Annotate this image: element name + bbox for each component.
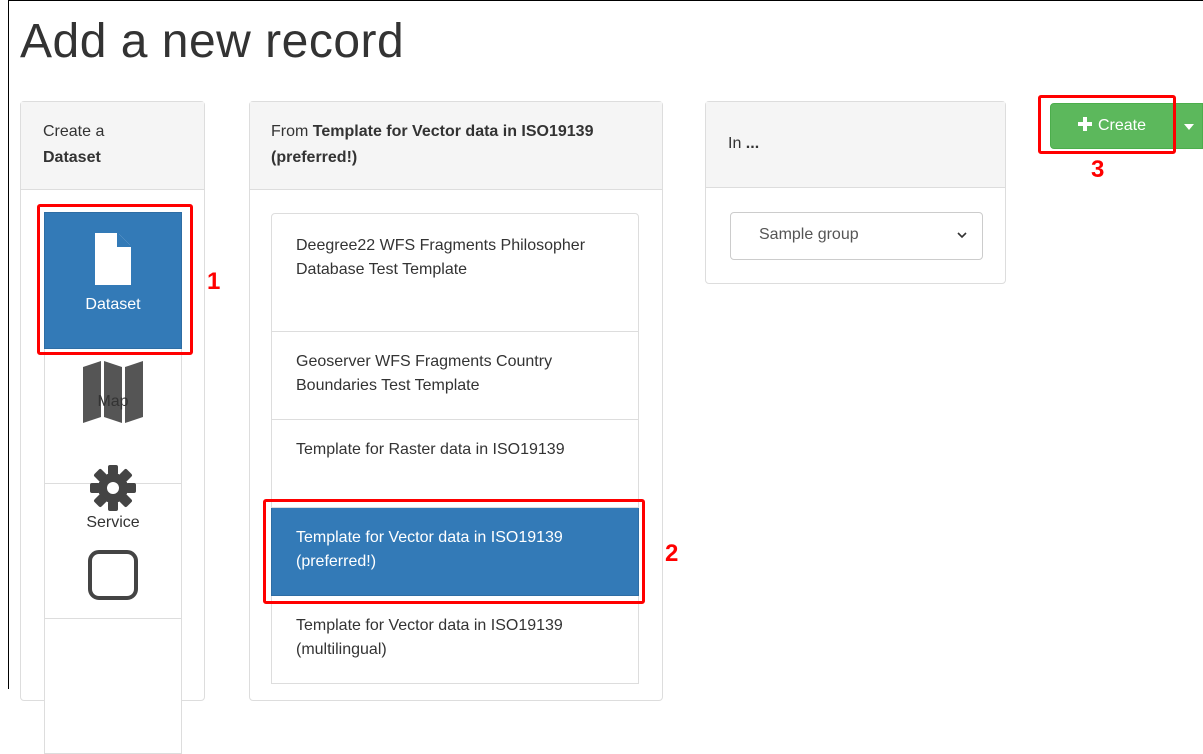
template-heading-prefix: From (271, 123, 309, 140)
chevron-down-icon (956, 228, 968, 246)
group-heading-value: ... (745, 135, 760, 152)
template-item-vector-multilingual[interactable]: Template for Vector data in ISO19139 (mu… (271, 596, 639, 684)
group-panel: In ... Sample group (705, 101, 1006, 284)
type-item-label: Map (97, 393, 129, 410)
map-icon (45, 359, 181, 425)
caret-down-icon (1183, 117, 1194, 135)
highlight-box-1 (37, 204, 193, 355)
template-list: Deegree22 WFS Fragments Philosopher Data… (271, 213, 639, 684)
record-type-heading-prefix: Create a (43, 123, 105, 140)
annotation-number-1: 1 (207, 268, 221, 295)
template-item-geoserver[interactable]: Geoserver WFS Fragments Country Boundari… (271, 332, 639, 420)
type-item-other[interactable] (44, 550, 182, 754)
group-select[interactable]: Sample group (730, 212, 983, 260)
annotation-number-2: 2 (665, 540, 679, 567)
gear-icon (45, 464, 181, 512)
frame-left-border (8, 0, 9, 689)
create-dropdown-toggle[interactable] (1174, 103, 1203, 149)
group-select-value: Sample group (759, 226, 859, 243)
template-item-raster[interactable]: Template for Raster data in ISO19139 (271, 420, 639, 508)
template-item-deegree[interactable]: Deegree22 WFS Fragments Philosopher Data… (271, 213, 639, 332)
highlight-box-2 (263, 499, 645, 604)
type-item-label: Service (86, 514, 140, 531)
frame-top-border (8, 0, 1203, 1)
annotation-number-3: 3 (1091, 156, 1105, 183)
record-type-heading-value: Dataset (43, 149, 101, 166)
square-icon (45, 549, 181, 601)
template-heading-value: Template for Vector data in ISO19139 (pr… (271, 123, 594, 166)
group-heading-prefix: In (728, 135, 742, 152)
group-heading: In ... (706, 102, 1005, 188)
highlight-box-3 (1038, 95, 1176, 154)
template-heading: From Template for Vector data in ISO1913… (250, 102, 662, 190)
template-panel: From Template for Vector data in ISO1913… (249, 101, 663, 701)
record-type-heading: Create a Dataset (21, 102, 204, 190)
page-title: Add a new record (20, 15, 405, 68)
